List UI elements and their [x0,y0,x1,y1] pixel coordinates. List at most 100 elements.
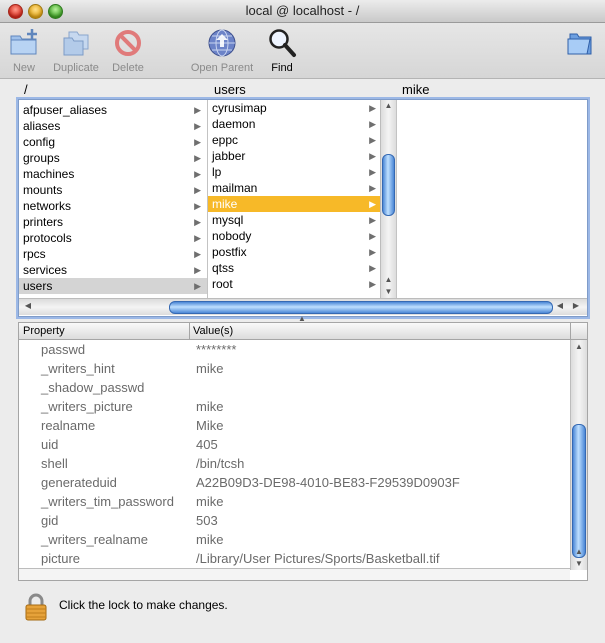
property-row[interactable]: _writers_hint mike [19,359,570,378]
item-label: aliases [23,119,61,133]
property-row[interactable]: realname Mike [19,416,570,435]
values-column-header[interactable]: Value(s) [193,325,233,337]
disclosure-arrow-icon: ▶ [369,119,376,129]
delete-icon [115,30,141,56]
property-key: _writers_picture [41,399,133,414]
property-row[interactable]: _writers_realname mike [19,530,570,549]
scroll-up-arrow[interactable]: ▲ [381,101,396,110]
lock-icon [25,593,47,621]
disclosure-arrow-icon: ▶ [194,201,201,211]
new-label: New [12,62,35,74]
browser-item-mounts[interactable]: mounts ▶ [19,182,207,198]
property-key: _writers_hint [41,361,115,376]
find-button[interactable]: Find [266,27,298,74]
property-row[interactable]: picture/Library/User Pictures/Sports/Bas… [19,549,570,568]
property-row[interactable]: uid 405 [19,435,570,454]
property-value: mike [196,532,224,547]
browser-item-aliases[interactable]: aliases ▶ [19,118,207,134]
delete-button[interactable]: Delete [110,27,146,74]
browser-item-services[interactable]: services ▶ [19,262,207,278]
new-button[interactable]: New [8,27,40,74]
property-table-scrollbar[interactable]: ▲ ▲ ▼ [570,340,587,570]
scroll-thumb[interactable] [572,424,586,558]
column-header-root: / [24,82,28,97]
horizontal-scroll-thumb[interactable] [169,301,553,314]
browser-item-users[interactable]: users ▶ [19,278,207,294]
browser-item-rpcs[interactable]: rpcs ▶ [19,246,207,262]
property-row[interactable]: _writers_picture mike [19,397,570,416]
item-label: jabber [212,149,246,163]
browser-item-afpuser-aliases[interactable]: afpuser_aliases ▶ [19,102,207,118]
item-label: postfix [212,245,247,259]
user-item-mailman[interactable]: mailman ▶ [208,180,380,196]
browser-horizontal-scrollbar[interactable]: ◀ ◀ ▶ [19,298,587,315]
user-item-mysql[interactable]: mysql ▶ [208,212,380,228]
user-item-eppc[interactable]: eppc ▶ [208,132,380,148]
browser-column-mike[interactable] [397,100,587,298]
property-value: A22B09D3-DE98-4010-BE83-F29539D0903F [196,475,460,490]
property-value: 503 [196,513,218,528]
user-item-postfix[interactable]: postfix ▶ [208,244,380,260]
lock-button[interactable] [24,593,48,624]
property-rows: passwd ******** _writers_hint mike _shadow_p… [19,340,570,568]
disclosure-arrow-icon: ▶ [194,121,201,131]
property-row[interactable]: shell/bin/tcsh [19,454,570,473]
property-key: _writers_realname [41,532,148,547]
scroll-right-arrow[interactable]: ▶ [571,301,581,310]
disclosure-arrow-icon: ▶ [194,169,201,179]
property-row[interactable]: generateduid A22B09D3-DE98-4010-BE83-F295… [19,473,570,492]
item-label: networks [23,199,72,213]
scroll-up-arrow-lower[interactable]: ▲ [381,275,396,284]
scroll-up-arrow-lower[interactable]: ▲ [571,547,587,556]
browser-item-groups[interactable]: groups ▶ [19,150,207,166]
folder-icon[interactable] [565,28,595,58]
property-value: mike [196,361,224,376]
browser-column-root[interactable]: afpuser_aliases ▶ aliases ▶ config ▶ groups ▶ ma… [19,100,208,298]
item-label: mike [212,197,238,211]
property-column-header[interactable]: Property [23,325,65,337]
item-label: machines [23,167,75,181]
browser-item-config[interactable]: config ▶ [19,134,207,150]
user-item-mike[interactable]: mike ▶ [208,196,380,212]
title-bar[interactable]: local @ localhost - / [0,0,605,23]
item-label: rpcs [23,247,46,261]
duplicate-button[interactable]: Duplicate [50,27,102,74]
browser-item-networks[interactable]: networks ▶ [19,198,207,214]
browser-item-machines[interactable]: machines ▶ [19,166,207,182]
scroll-up-arrow[interactable]: ▲ [571,342,587,351]
property-key: passwd [41,342,86,357]
property-row[interactable]: passwd ******** [19,340,570,359]
disclosure-arrow-icon: ▶ [369,263,376,273]
property-row[interactable]: gid 503 [19,511,570,530]
property-row[interactable]: _shadow_passwd [19,378,570,397]
scroll-down-arrow[interactable]: ▼ [571,559,587,568]
user-item-cyrusimap[interactable]: cyrusimap ▶ [208,100,380,116]
scroll-left-arrow[interactable]: ◀ [23,301,33,310]
user-item-lp[interactable]: lp ▶ [208,164,380,180]
property-value: 405 [196,437,218,452]
property-key: shell [41,456,68,471]
item-label: afpuser_aliases [23,103,108,117]
scroll-down-arrow[interactable]: ▼ [381,287,396,296]
browser-item-protocols[interactable]: protocols ▶ [19,230,207,246]
user-item-jabber[interactable]: jabber ▶ [208,148,380,164]
netinfo-window: local @ localhost - / New Duplicate Dele… [0,0,605,643]
property-key: generateduid [41,475,117,490]
property-row[interactable]: _writers_tim_password mike [19,492,570,511]
open-parent-label: Open Parent [190,62,254,74]
user-item-root[interactable]: root ▶ [208,276,380,292]
duplicate-icon [63,31,89,56]
scroll-thumb[interactable] [382,154,395,216]
user-item-daemon[interactable]: daemon ▶ [208,116,380,132]
users-column-scrollbar[interactable]: ▲ ▲ ▼ [380,100,396,298]
item-label: daemon [212,117,256,131]
user-item-nobody[interactable]: nobody ▶ [208,228,380,244]
open-parent-button[interactable]: Open Parent [189,27,255,74]
browser-column-users[interactable]: cyrusimap ▶ daemon ▶ eppc ▶ jabber ▶ lp ▶ mailman ▶… [208,100,397,298]
scroll-left-arrow-right[interactable]: ◀ [555,301,565,310]
disclosure-arrow-icon: ▶ [194,153,201,163]
browser-item-printers[interactable]: printers ▶ [19,214,207,230]
user-item-qtss[interactable]: qtss ▶ [208,260,380,276]
property-table: Property Value(s) passwd ******** _writers… [18,322,588,581]
item-label: mounts [23,183,63,197]
